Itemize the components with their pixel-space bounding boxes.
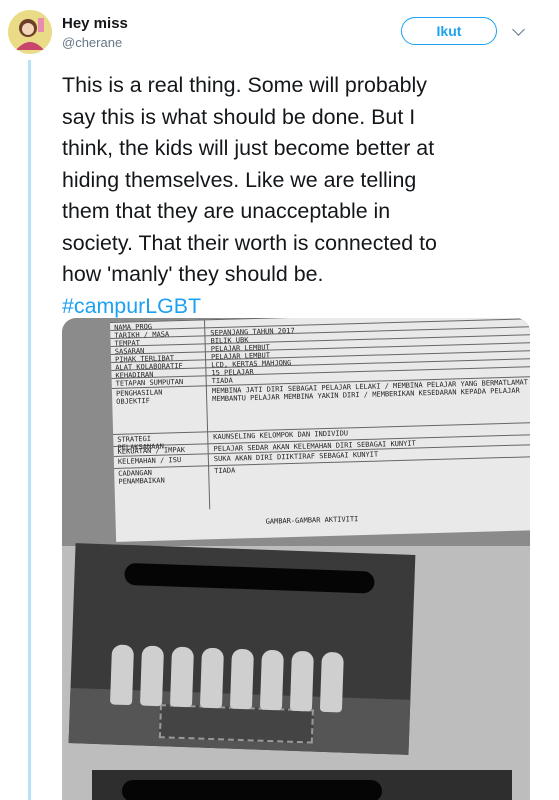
tweet-line: This is a real thing. Some will probably bbox=[62, 73, 427, 97]
form-row-label: KELEMAHAN / ISU bbox=[117, 456, 182, 466]
photo-caption: GAMBAR-GAMBAR AKTIVITI bbox=[265, 515, 359, 526]
student-figure bbox=[259, 649, 284, 711]
tweet-photo[interactable]: CADANGAN PENAMBAIKAN TIADA KELEMAHAN / ISU… bbox=[62, 318, 530, 800]
document-form: CADANGAN PENAMBAIKAN TIADA KELEMAHAN / ISU… bbox=[110, 318, 530, 542]
student-figure bbox=[169, 646, 195, 708]
student-figure bbox=[229, 648, 254, 710]
avatar[interactable] bbox=[8, 10, 52, 54]
table-divider bbox=[203, 319, 211, 510]
form-row-label: PENGHASILAN OBJEKTIF bbox=[115, 388, 163, 406]
tweet-line: hiding themselves. Like we are telling bbox=[62, 167, 417, 192]
tweet: Hey miss @cherane Ikut This is a real th… bbox=[0, 0, 559, 800]
activity-photo bbox=[68, 543, 416, 755]
student-figure bbox=[289, 650, 314, 712]
tweet-text: This is a real thing. Some will probably… bbox=[62, 70, 532, 322]
redaction-bar bbox=[124, 562, 375, 594]
student-figure bbox=[139, 645, 165, 707]
tweet-line: think, the kids will just become better … bbox=[62, 136, 435, 160]
form-row: STRATEGI PELAKSANAAN KAUNSELING KELOMPOK … bbox=[113, 421, 530, 452]
student-figure bbox=[199, 647, 225, 709]
thread-line bbox=[28, 60, 31, 800]
tweet-line: them that they are unacceptable in bbox=[62, 199, 391, 223]
redaction-bar bbox=[122, 780, 382, 800]
form-row-label: CADANGAN PENAMBAIKAN bbox=[118, 468, 165, 486]
tweet-line: say this is what should be done. But I bbox=[62, 104, 416, 129]
form-row-label: STRATEGI PELAKSANAAN bbox=[117, 434, 164, 452]
user-name[interactable]: Hey miss bbox=[62, 15, 128, 32]
avatar-image bbox=[8, 10, 52, 54]
student-figure bbox=[319, 651, 344, 713]
chevron-down-icon[interactable] bbox=[512, 23, 525, 36]
user-handle[interactable]: @cherane bbox=[62, 35, 122, 50]
follow-button[interactable]: Ikut bbox=[401, 17, 497, 45]
tweet-line: how 'manly' they should be. bbox=[62, 262, 324, 286]
tweet-line: society. That their worth is connected t… bbox=[62, 230, 437, 255]
student-figure bbox=[109, 644, 135, 706]
second-photo bbox=[92, 770, 512, 800]
